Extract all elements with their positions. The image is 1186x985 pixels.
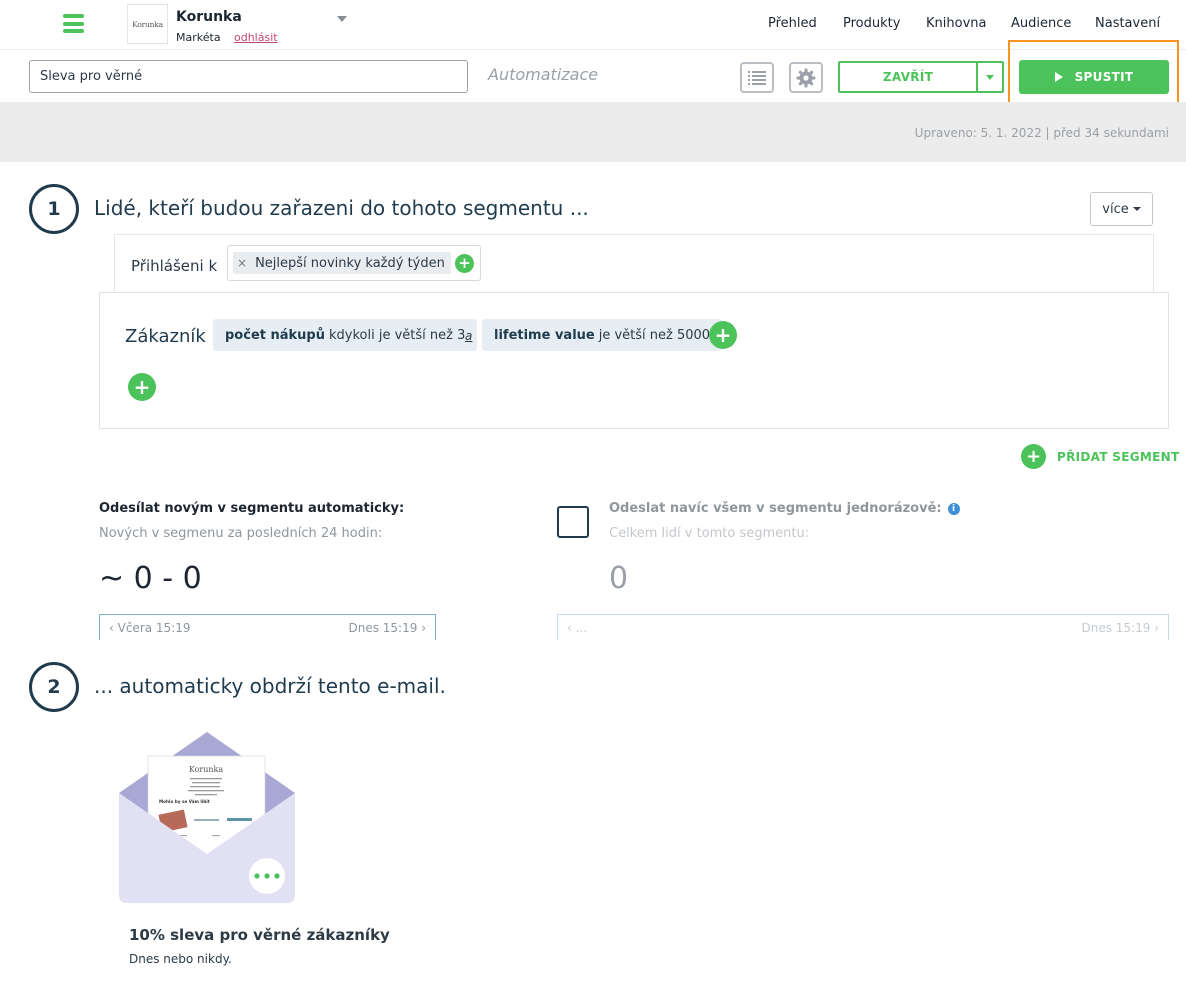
close-split-button: ZAVŘÍT: [838, 61, 1004, 93]
gear-icon: [796, 68, 816, 87]
logout-link[interactable]: odhlásit: [234, 31, 278, 44]
account-name: Korunka: [176, 9, 242, 25]
one-time-send-time-range: ‹ ... Dnes 15:19 ›: [557, 614, 1169, 640]
nav-item-products[interactable]: Produkty: [843, 16, 900, 31]
nav-item-settings[interactable]: Nastavení: [1095, 16, 1160, 31]
range-next[interactable]: Dnes 15:19 ›: [348, 621, 426, 635]
email-subject: Dnes nebo nikdy.: [129, 952, 232, 966]
play-icon: [1054, 72, 1063, 82]
settings-button[interactable]: [789, 62, 823, 93]
auto-send-count: ~ 0 - 0: [99, 561, 202, 596]
user-name: Markéta: [176, 31, 221, 44]
subscribed-lists-field[interactable]: × Nejlepší novinky každý týden +: [227, 245, 481, 281]
one-time-send-checkbox[interactable]: [557, 506, 589, 538]
step-2-title: ... automaticky obdrží tento e-mail.: [94, 674, 446, 698]
add-condition-plus-icon[interactable]: +: [709, 321, 737, 349]
condition-purchase-count[interactable]: počet nákupů kdykoli je větší než 3: [213, 319, 478, 351]
close-button[interactable]: ZAVŘÍT: [840, 63, 976, 91]
add-list-plus-icon[interactable]: +: [455, 254, 474, 273]
list-icon: [748, 70, 766, 85]
campaign-type-label: Automatizace: [488, 65, 599, 84]
customer-conditions-panel: Zákazník počet nákupů kdykoli je větší n…: [99, 292, 1169, 429]
one-time-send-title: Odeslat navíc všem v segmentu jednorázov…: [609, 501, 960, 516]
nav-item-audience[interactable]: Audience: [1011, 16, 1071, 31]
launch-button[interactable]: SPUSTIT: [1019, 60, 1169, 94]
auto-send-subtitle: Nových v segmenu za posledních 24 hodin:: [99, 526, 383, 541]
step-number-2: 2: [29, 662, 79, 712]
condition-rule: je větší než 5000: [598, 327, 711, 343]
condition-field: počet nákupů: [225, 327, 325, 343]
account-switch-chevron-down-icon[interactable]: [337, 16, 347, 22]
more-dropdown-button[interactable]: více: [1090, 192, 1153, 226]
range-prev[interactable]: ‹ ...: [567, 621, 587, 635]
condition-field: lifetime value: [494, 327, 595, 343]
add-segment-button[interactable]: + PŘIDAT SEGMENT: [1021, 444, 1179, 469]
list-tag: × Nejlepší novinky každý týden: [233, 252, 451, 274]
launch-button-label: SPUSTIT: [1074, 70, 1134, 84]
one-time-send-count: 0: [609, 561, 629, 596]
status-band: Upraveno: 5. 1. 2022 | před 34 sekundami: [0, 102, 1186, 162]
top-navbar: Korunka Korunka Markéta odhlásit Přehled…: [0, 0, 1186, 50]
email-preview-card[interactable]: Korunka Mohlo by se Vám líbit: [119, 730, 295, 905]
condition-lifetime-value[interactable]: lifetime value je větší než 5000: [482, 319, 723, 351]
add-segment-plus-icon: +: [1021, 444, 1046, 469]
last-modified-text: Upraveno: 5. 1. 2022 | před 34 sekundami: [914, 126, 1169, 140]
range-next[interactable]: Dnes 15:19 ›: [1081, 621, 1159, 635]
subscribed-label: Přihlášeni k: [131, 257, 218, 275]
close-options-toggle[interactable]: [976, 63, 1002, 91]
hamburger-menu-icon[interactable]: [63, 14, 84, 33]
range-prev[interactable]: ‹ Včera 15:19: [109, 621, 191, 635]
one-time-send-subtitle: Celkem lidí v tomto segmentu:: [609, 526, 810, 541]
step-number-1: 1: [29, 184, 79, 234]
add-condition-group-plus-icon[interactable]: +: [128, 373, 156, 401]
add-segment-label: PŘIDAT SEGMENT: [1057, 449, 1180, 464]
nav-item-library[interactable]: Knihovna: [926, 16, 986, 31]
brand-logo: Korunka: [127, 4, 168, 44]
list-view-button[interactable]: [740, 62, 774, 93]
subscribed-lists-row: Přihlášeni k × Nejlepší novinky každý tý…: [114, 234, 1154, 293]
nav-item-overview[interactable]: Přehled: [768, 16, 817, 31]
info-icon[interactable]: i: [947, 503, 960, 515]
remove-tag-icon[interactable]: ×: [237, 256, 247, 270]
envelope-icon: Korunka Mohlo by se Vám líbit: [119, 732, 295, 903]
more-dropdown-label: více: [1102, 201, 1129, 217]
step-1-title: Lidé, kteří budou zařazeni do tohoto seg…: [94, 196, 589, 220]
chevron-down-icon: [986, 74, 994, 80]
campaign-name-input[interactable]: [29, 60, 468, 93]
condition-and-operator[interactable]: a: [465, 329, 472, 343]
email-name: 10% sleva pro věrné zákazníky: [129, 926, 390, 944]
range-to-label: Dnes 15:19: [1081, 620, 1151, 635]
caret-down-icon: [1132, 207, 1141, 211]
customer-label: Zákazník: [125, 326, 206, 347]
email-preview-logo: Korunka: [189, 765, 224, 774]
auto-send-time-range: ‹ Včera 15:19 Dnes 15:19 ›: [99, 614, 436, 640]
condition-rule: kdykoli je větší než 3: [329, 327, 466, 343]
range-from-label: Včera 15:19: [117, 620, 191, 635]
range-to-label: Dnes 15:19: [348, 620, 418, 635]
list-tag-label: Nejlepší novinky každý týden: [255, 255, 445, 271]
one-time-send-title-text: Odeslat navíc všem v segmentu jednorázov…: [609, 501, 942, 516]
email-preview-heading: Mohlo by se Vám líbit: [159, 799, 210, 804]
auto-send-title: Odesílat novým v segmentu automaticky:: [99, 501, 405, 516]
range-from-label: ...: [575, 620, 588, 635]
